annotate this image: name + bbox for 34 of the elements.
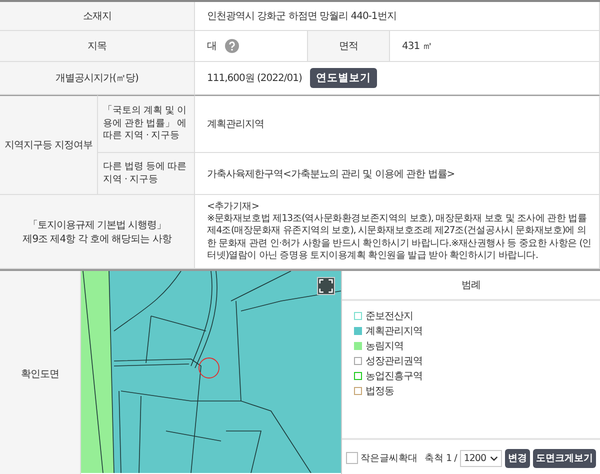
area-value: 431 ㎡ (390, 31, 600, 62)
legend-label: 계획관리지역 (366, 324, 423, 338)
note-heading: <추가기재> (207, 200, 259, 213)
scale-select[interactable]: 1200 (460, 450, 502, 466)
caret-icon (490, 456, 498, 460)
note-text: ※문화재보호법 제13조(역사문화환경보존지역의 보호), 매장문화재 보호 및 조사에 관한 법률 제4조(매장문화재 유존지역의 보호), 시문화재보호조례 제27조(건설공사시 문화재보호)에 의한 문화재 관련 인·허가 사항을 반드시 확인하시기 바랍니다.※재산권행사 등 중요한 사항은 (인터넷)열람이 아닌 증명용 토지이용계획 확인원을 발급 받아 확인하시기 바랍니다. (207, 212, 593, 262)
legend-label: 준보전산지 (366, 310, 414, 322)
row-label: 「토지이용규제 기본법 시행령」 (28, 218, 166, 232)
legend-label: 농림지역 (366, 340, 404, 352)
map-button[interactable]: 변경 (505, 448, 530, 468)
legend-label: 법정동 (366, 384, 394, 398)
zoning-value: 계획관리지역 (195, 95, 600, 153)
legend-label: 성장관리권역 (366, 354, 423, 368)
row-label: 다른 법령 등에 따른 지역 · 지구등 (98, 153, 195, 195)
land-category-value: 대 (207, 40, 216, 53)
row-label: 지목 (0, 31, 195, 62)
row-label: 면적 (308, 31, 390, 62)
zoning-value: 가축사육제한구역<가축분뇨의 관리 및 이용에 관한 법률> (195, 153, 600, 195)
checkbox-label: 작은글씨확대 (360, 452, 418, 464)
row-label: 소재지 (0, 2, 195, 31)
row-label: 지역지구등 지정여부 (0, 95, 98, 195)
map-button[interactable]: 도면크게보기 (533, 448, 596, 468)
legend-label: 농업진흥구역 (366, 370, 423, 382)
legend-title: 범례 (342, 271, 600, 301)
fullscreen-button[interactable] (316, 277, 335, 295)
row-label: 개별공시지가(㎡당) (0, 62, 195, 95)
price-value: 111,600원 (2022/01) (207, 72, 302, 85)
checkbox[interactable] (346, 452, 358, 464)
scale-label: 축척 1 / (424, 452, 457, 464)
row-label: 확인도면 (0, 271, 81, 474)
row-label: 「국토의 계획 및 이용에 관한 법률」 에 따른 지역 · 지구등 (98, 95, 195, 153)
row-label: 제9조 제4항 각 호에 해당되는 사항 (22, 232, 172, 246)
yearly-view-button[interactable]: 연도별보기 (310, 68, 377, 88)
help-icon[interactable] (224, 39, 238, 53)
